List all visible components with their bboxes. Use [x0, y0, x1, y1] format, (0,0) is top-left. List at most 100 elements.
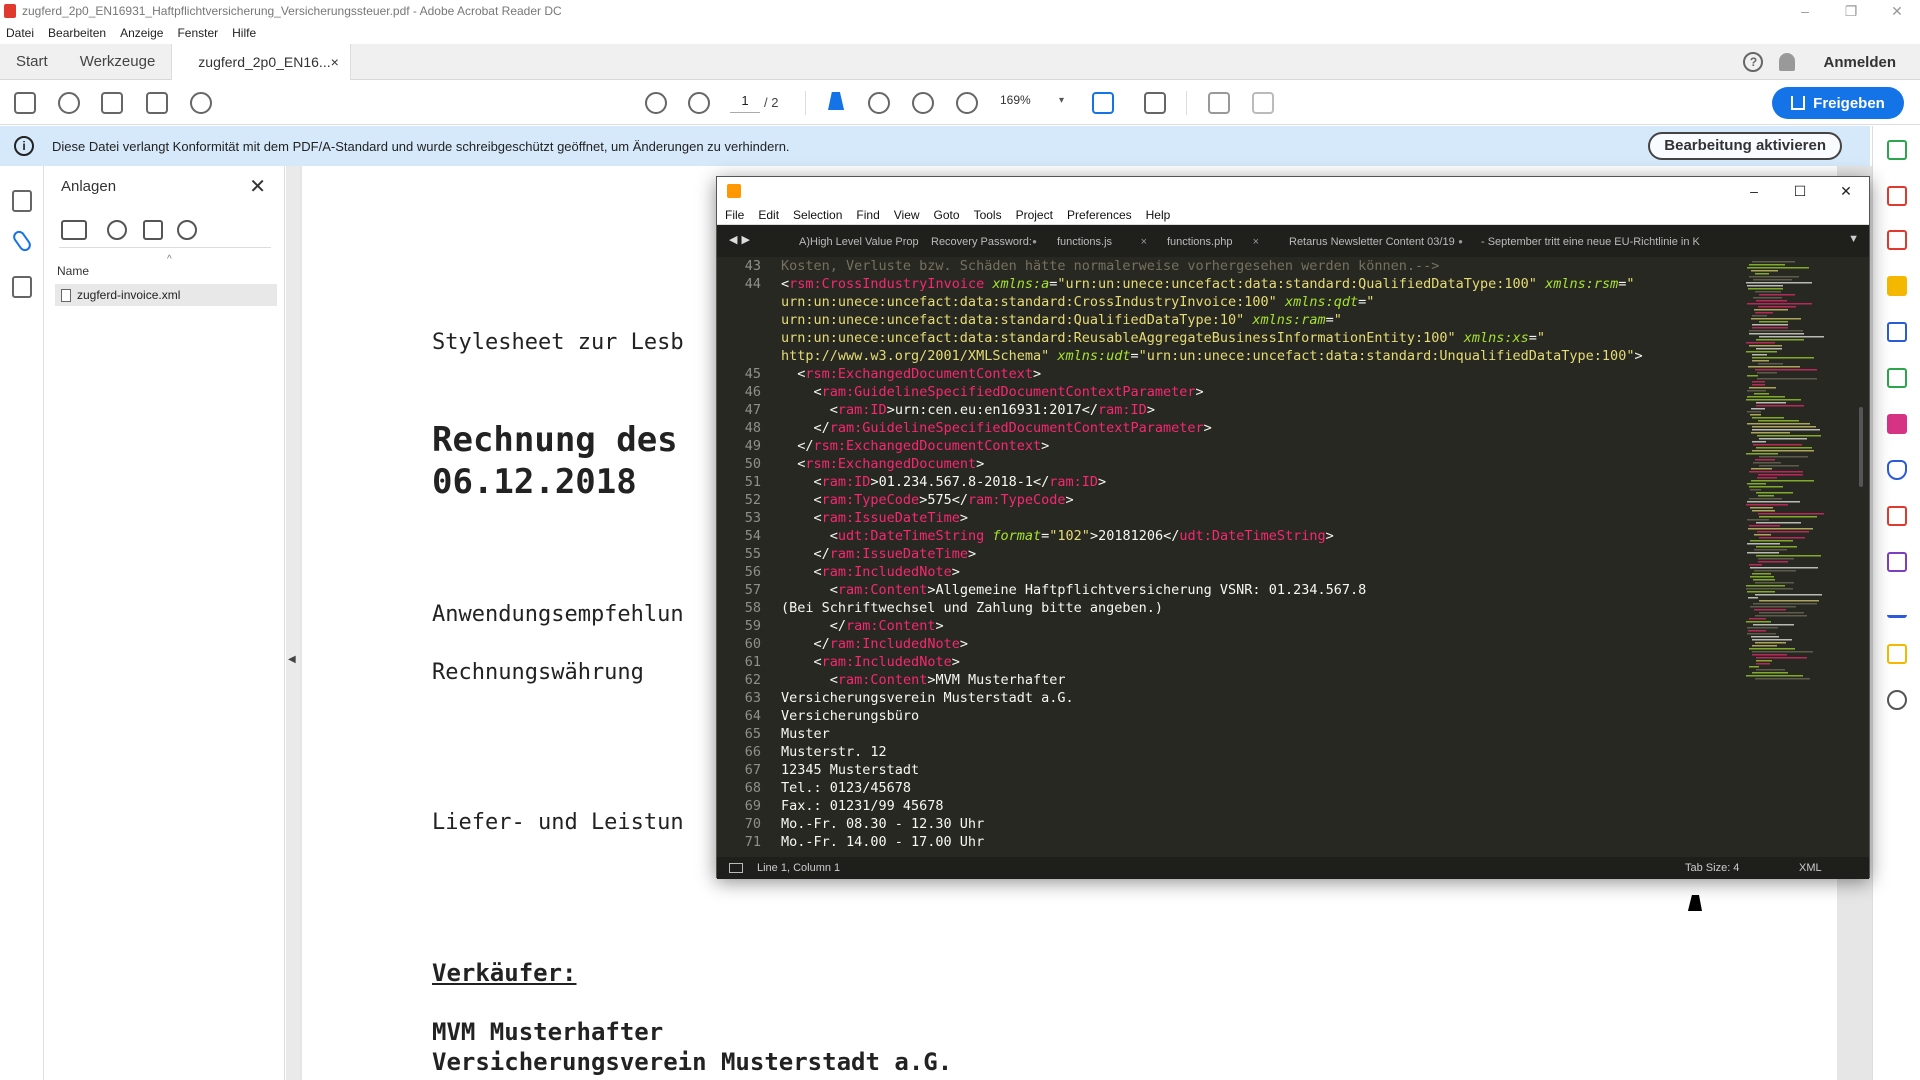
code-line[interactable]: 63 Versicherungsverein Musterstadt a.G. — [717, 689, 1842, 707]
code-line[interactable]: 65 Muster — [717, 725, 1842, 743]
fill-sign-icon[interactable] — [1887, 414, 1907, 434]
login-button[interactable]: Anmelden — [1823, 54, 1896, 71]
restore-icon[interactable]: ❐ — [1828, 0, 1874, 22]
code-line[interactable]: 59 </ram:Content> — [717, 617, 1842, 635]
sublime-text-window[interactable]: – ☐ ✕ File Edit Selection Find View Goto… — [716, 176, 1870, 879]
code-line[interactable]: 53 <ram:IssueDateTime> — [717, 509, 1842, 527]
export-pdf-icon[interactable] — [1887, 140, 1907, 160]
sub-menu-tools[interactable]: Tools — [974, 208, 1002, 222]
code-line[interactable]: 69 Fax.: 01231/99 45678 — [717, 797, 1842, 815]
page-up-icon[interactable] — [645, 92, 667, 114]
code-line[interactable]: 48 </ram:GuidelineSpecifiedDocumentConte… — [717, 419, 1842, 437]
create-pdf-icon[interactable] — [1887, 186, 1907, 206]
comment-icon[interactable] — [1208, 92, 1230, 114]
close-panel-icon[interactable]: ✕ — [249, 174, 266, 199]
menu-bearbeiten[interactable]: Bearbeiten — [48, 26, 106, 40]
code-line[interactable]: 68 Tel.: 0123/45678 — [717, 779, 1842, 797]
sub-tab-2[interactable]: Recovery Password: ● — [921, 229, 1045, 255]
sub-tab-4[interactable]: functions.php × — [1157, 229, 1267, 255]
save-icon[interactable] — [14, 92, 36, 114]
code-line[interactable]: 58 (Bei Schriftwechsel und Zahlung bitte … — [717, 599, 1842, 617]
scrollbar-thumb[interactable] — [1859, 407, 1863, 487]
organize-pages-icon[interactable] — [1887, 368, 1907, 388]
cursor-position[interactable]: Line 1, Column 1 — [757, 862, 840, 874]
code-line[interactable]: 50 <rsm:ExchangedDocument> — [717, 455, 1842, 473]
menu-anzeige[interactable]: Anzeige — [120, 26, 163, 40]
sub-menu-preferences[interactable]: Preferences — [1067, 208, 1132, 222]
sub-tab-5[interactable]: Retarus Newsletter Content 03/19 ● — [1279, 229, 1471, 255]
tab-dropdown-icon[interactable]: ▼ — [1848, 233, 1859, 245]
add-attachment-icon[interactable] — [107, 220, 127, 240]
code-line[interactable]: 43 Kosten, Verluste bzw. Schäden hätte no… — [717, 257, 1842, 275]
close-icon[interactable]: ✕ — [1874, 0, 1920, 22]
code-line[interactable]: 52 <ram:TypeCode>575</ram:TypeCode> — [717, 491, 1842, 509]
upload-icon[interactable] — [58, 92, 80, 114]
attachment-row[interactable]: zugferd-invoice.xml — [55, 284, 277, 306]
code-line[interactable]: 55 </ram:IssueDateTime> — [717, 545, 1842, 563]
sort-ascending-icon[interactable]: ^ — [167, 254, 172, 265]
code-line[interactable]: 51 <ram:ID>01.234.567.8-2018-1</ram:ID> — [717, 473, 1842, 491]
menu-hilfe[interactable]: Hilfe — [232, 26, 256, 40]
bell-icon[interactable] — [1779, 53, 1796, 71]
sub-tab-1[interactable]: A)High Level Value Prop für Endkı — [789, 229, 921, 255]
menu-datei[interactable]: Datei — [6, 26, 34, 40]
help-icon[interactable]: ? — [1743, 52, 1764, 72]
edit-pdf-icon[interactable] — [1887, 230, 1907, 250]
tab-start[interactable]: Start — [0, 44, 64, 80]
code-line[interactable]: urn:un:unece:uncefact:data:standard:Qual… — [717, 311, 1842, 329]
minimize-icon[interactable]: – — [1782, 0, 1828, 22]
code-editor[interactable]: 43 Kosten, Verluste bzw. Schäden hätte no… — [717, 257, 1842, 857]
minimap[interactable] — [1744, 261, 1844, 681]
mail-icon[interactable] — [146, 92, 168, 114]
code-line[interactable]: 54 <udt:DateTimeString format="102">2018… — [717, 527, 1842, 545]
editor-scrollbar[interactable] — [1857, 257, 1865, 857]
panel-collapse-handle[interactable]: ◀ — [286, 166, 300, 1080]
code-line[interactable]: 71 Mo.-Fr. 14.00 - 17.00 Uhr — [717, 833, 1842, 851]
select-cursor-icon[interactable] — [826, 92, 848, 114]
tab-close-icon[interactable]: × — [331, 44, 339, 80]
hand-tool-icon[interactable] — [868, 92, 890, 114]
code-line[interactable]: 45 <rsm:ExchangedDocumentContext> — [717, 365, 1842, 383]
code-line[interactable]: 49 </rsm:ExchangedDocumentContext> — [717, 437, 1842, 455]
search-attachment-icon[interactable] — [177, 220, 197, 240]
tab-size[interactable]: Tab Size: 4 — [1685, 862, 1739, 874]
request-signature-icon[interactable] — [1887, 552, 1907, 572]
code-line[interactable]: 56 <ram:IncludedNote> — [717, 563, 1842, 581]
sub-menu-find[interactable]: Find — [856, 208, 879, 222]
sub-tab-6[interactable]: - September tritt eine neue EU-Richtlini… — [1471, 229, 1725, 255]
column-header-name[interactable]: Name — [57, 264, 89, 278]
page-down-icon[interactable] — [688, 92, 710, 114]
code-line[interactable]: 44 <rsm:CrossIndustryInvoice xmlns:a="urn… — [717, 275, 1842, 293]
sublime-maximize-icon[interactable]: ☐ — [1777, 177, 1823, 205]
sub-tab-close-icon[interactable]: × — [1141, 229, 1147, 255]
highlight-pen-icon[interactable] — [1252, 92, 1274, 114]
zoom-out-icon[interactable] — [912, 92, 934, 114]
options-menu-icon[interactable] — [61, 220, 87, 240]
code-line[interactable]: 46 <ram:GuidelineSpecifiedDocumentContex… — [717, 383, 1842, 401]
syntax-mode[interactable]: XML — [1799, 862, 1822, 874]
sub-menu-view[interactable]: View — [894, 208, 920, 222]
sub-menu-selection[interactable]: Selection — [793, 208, 842, 222]
save-attachment-icon[interactable] — [143, 220, 163, 240]
code-line[interactable]: urn:un:unece:uncefact:data:standard:Cros… — [717, 293, 1842, 311]
code-line[interactable]: 64 Versicherungsbüro — [717, 707, 1842, 725]
code-line[interactable]: 60 </ram:IncludedNote> — [717, 635, 1842, 653]
sublime-close-icon[interactable]: ✕ — [1823, 177, 1869, 205]
search-icon[interactable] — [190, 92, 212, 114]
code-line[interactable]: urn:un:unece:uncefact:data:standard:Reus… — [717, 329, 1842, 347]
combine-files-icon[interactable] — [1887, 322, 1907, 342]
send-for-comments-icon[interactable] — [1887, 644, 1907, 664]
zoom-select[interactable]: 169% — [1000, 93, 1066, 113]
code-line[interactable]: 67 12345 Musterstadt — [717, 761, 1842, 779]
sublime-minimize-icon[interactable]: – — [1731, 177, 1777, 205]
enable-editing-button[interactable]: Bearbeitung aktivieren — [1648, 132, 1842, 160]
sub-menu-file[interactable]: File — [725, 208, 744, 222]
share-button[interactable]: Freigeben — [1772, 87, 1904, 119]
security-lock-icon[interactable] — [12, 276, 32, 298]
page-thumbnails-icon[interactable] — [12, 190, 32, 212]
code-line[interactable]: 70 Mo.-Fr. 08.30 - 12.30 Uhr — [717, 815, 1842, 833]
sub-tab-dirty-icon[interactable]: ● — [1032, 229, 1037, 255]
code-line[interactable]: 57 <ram:Content>Allgemeine Haftpflichtve… — [717, 581, 1842, 599]
menu-fenster[interactable]: Fenster — [177, 26, 218, 40]
code-line[interactable]: http://www.w3.org/2001/XMLSchema" xmlns:… — [717, 347, 1842, 365]
